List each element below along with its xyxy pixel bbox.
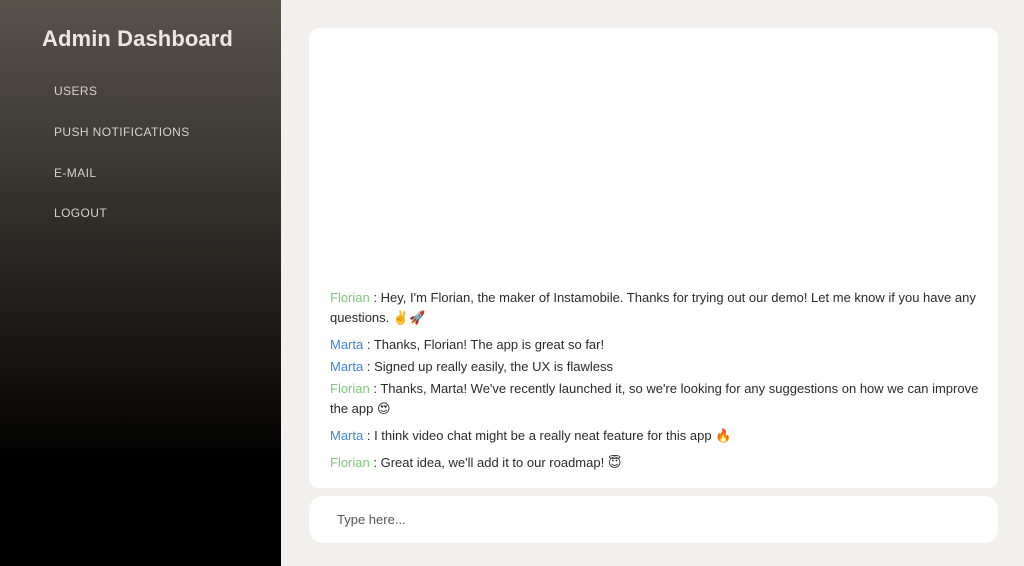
message-emoji: 🔥 xyxy=(715,429,732,444)
message-emoji: 😍 xyxy=(377,402,391,417)
message-input[interactable] xyxy=(337,496,977,543)
message-separator: : xyxy=(369,455,381,470)
chat-message: Marta : I think video chat might be a re… xyxy=(330,426,992,447)
message-sender: Marta xyxy=(330,337,364,352)
message-text: Great idea, we'll add it to our roadmap! xyxy=(380,455,608,470)
message-text: Thanks, Florian! The app is great so far… xyxy=(373,337,605,352)
message-separator: : xyxy=(363,337,374,352)
chat-message: Florian : Hey, I'm Florian, the maker of… xyxy=(330,288,992,329)
main-content: Florian : Hey, I'm Florian, the maker of… xyxy=(281,0,1024,566)
message-separator: : xyxy=(363,428,375,443)
message-sender: Marta xyxy=(330,359,364,374)
message-sender: Marta xyxy=(330,428,364,443)
message-text: Hey, I'm Florian, the maker of Instamobi… xyxy=(330,290,976,325)
sidebar-item-logout[interactable]: LOGOUT xyxy=(54,206,107,220)
chat-message: Florian : Thanks, Marta! We've recently … xyxy=(330,379,992,420)
sidebar-item-email[interactable]: E-MAIL xyxy=(54,166,96,180)
message-sender: Florian xyxy=(330,290,370,305)
message-separator: : xyxy=(363,359,375,374)
chat-message: Florian : Great idea, we'll add it to ou… xyxy=(330,453,992,474)
chat-message: Marta : Signed up really easily, the UX … xyxy=(330,357,992,377)
message-text: Signed up really easily, the UX is flawl… xyxy=(374,359,614,374)
sidebar: Admin Dashboard USERS PUSH NOTIFICATIONS… xyxy=(0,0,281,566)
message-emoji: 😇 xyxy=(607,456,622,471)
message-sender: Florian xyxy=(330,455,370,470)
message-list: Florian : Hey, I'm Florian, the maker of… xyxy=(330,286,992,474)
message-text: Thanks, Marta! We've recently launched i… xyxy=(330,381,979,416)
message-sender: Florian xyxy=(330,381,370,396)
message-separator: : xyxy=(369,381,381,396)
app-title: Admin Dashboard xyxy=(42,26,233,51)
message-separator: : xyxy=(369,290,381,305)
sidebar-item-users[interactable]: USERS xyxy=(54,84,97,98)
chat-message: Marta : Thanks, Florian! The app is grea… xyxy=(330,335,992,355)
sidebar-item-push-notifications[interactable]: PUSH NOTIFICATIONS xyxy=(54,125,190,139)
message-text: I think video chat might be a really nea… xyxy=(374,428,716,443)
app-root: Admin Dashboard USERS PUSH NOTIFICATIONS… xyxy=(0,0,1024,566)
chat-panel: Florian : Hey, I'm Florian, the maker of… xyxy=(309,28,998,488)
message-emoji: ✌️🚀 xyxy=(392,311,426,326)
message-input-bar xyxy=(309,496,998,543)
